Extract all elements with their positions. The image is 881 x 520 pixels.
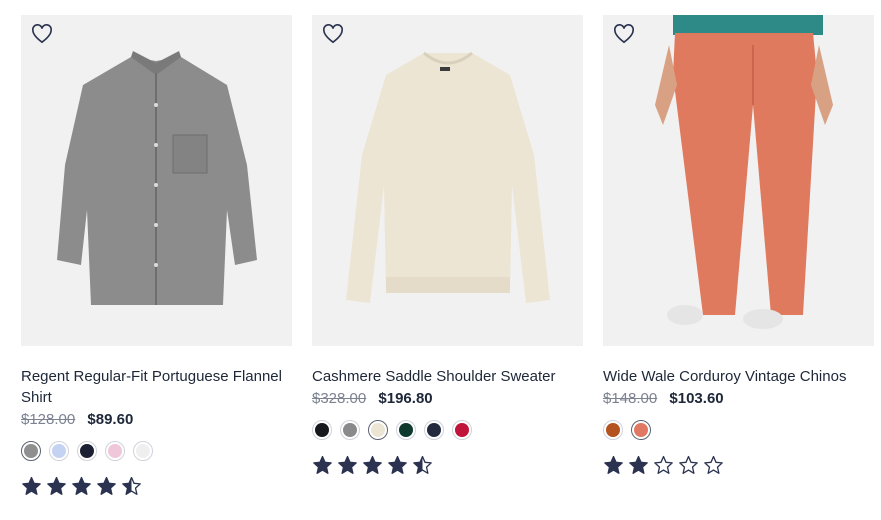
swatch-color [108, 444, 122, 458]
wishlist-heart-icon[interactable] [322, 23, 344, 45]
product-price: $328.00 $196.80 [312, 388, 583, 409]
color-swatch[interactable] [368, 420, 388, 440]
product-image[interactable] [603, 15, 874, 346]
star-rating [21, 476, 292, 498]
product-card[interactable]: Wide Wale Corduroy Vintage Chinos $148.0… [603, 15, 874, 477]
swatch-color [427, 423, 441, 437]
color-swatches [312, 419, 583, 441]
product-name[interactable]: Regent Regular-Fit Portuguese Flannel Sh… [21, 366, 292, 408]
color-swatches [603, 419, 874, 441]
swatch-color [399, 423, 413, 437]
star-icon [97, 476, 116, 495]
swatch-color [371, 423, 385, 437]
sale-price: $196.80 [378, 390, 433, 407]
star-rating [312, 455, 583, 477]
original-price: $328.00 [312, 390, 367, 407]
product-grid: Regent Regular-Fit Portuguese Flannel Sh… [0, 0, 881, 520]
sale-price: $89.60 [87, 411, 134, 428]
wishlist-heart-icon[interactable] [31, 23, 53, 45]
swatch-color [634, 423, 648, 437]
product-name[interactable]: Cashmere Saddle Shoulder Sweater [312, 366, 583, 387]
product-card[interactable]: Regent Regular-Fit Portuguese Flannel Sh… [21, 15, 292, 498]
cashmere-sweater-image [312, 15, 583, 346]
product-price: $148.00 $103.60 [603, 388, 874, 409]
star-icon [313, 455, 332, 474]
color-swatch[interactable] [77, 441, 97, 461]
star-icon [654, 455, 673, 474]
star-icon [704, 455, 723, 474]
star-icon [604, 455, 623, 474]
color-swatch[interactable] [603, 420, 623, 440]
color-swatches [21, 440, 292, 462]
color-swatch[interactable] [424, 420, 444, 440]
product-card[interactable]: Cashmere Saddle Shoulder Sweater $328.00… [312, 15, 583, 477]
star-icon [388, 455, 407, 474]
color-swatch[interactable] [312, 420, 332, 440]
color-swatch[interactable] [631, 420, 651, 440]
swatch-color [606, 423, 620, 437]
corduroy-chinos-image [603, 15, 874, 346]
product-name[interactable]: Wide Wale Corduroy Vintage Chinos [603, 366, 874, 387]
flannel-shirt-image [21, 15, 292, 346]
swatch-color [80, 444, 94, 458]
color-swatch[interactable] [105, 441, 125, 461]
color-swatch[interactable] [21, 441, 41, 461]
product-image[interactable] [21, 15, 292, 346]
color-swatch[interactable] [49, 441, 69, 461]
star-icon [679, 455, 698, 474]
star-icon [338, 455, 357, 474]
swatch-color [315, 423, 329, 437]
swatch-color [24, 444, 38, 458]
star-rating [603, 455, 874, 477]
original-price: $148.00 [603, 390, 658, 407]
star-icon [47, 476, 66, 495]
star-icon [363, 455, 382, 474]
star-icon [72, 476, 91, 495]
original-price: $128.00 [21, 411, 76, 428]
star-icon [629, 455, 648, 474]
color-swatch[interactable] [133, 441, 153, 461]
color-swatch[interactable] [452, 420, 472, 440]
swatch-color [136, 444, 150, 458]
color-swatch[interactable] [396, 420, 416, 440]
product-price: $128.00 $89.60 [21, 409, 292, 430]
product-image[interactable] [312, 15, 583, 346]
star-icon [22, 476, 41, 495]
star-icon [413, 455, 432, 474]
wishlist-heart-icon[interactable] [613, 23, 635, 45]
swatch-color [343, 423, 357, 437]
star-icon [122, 476, 141, 495]
swatch-color [455, 423, 469, 437]
sale-price: $103.60 [669, 390, 724, 407]
swatch-color [52, 444, 66, 458]
color-swatch[interactable] [340, 420, 360, 440]
